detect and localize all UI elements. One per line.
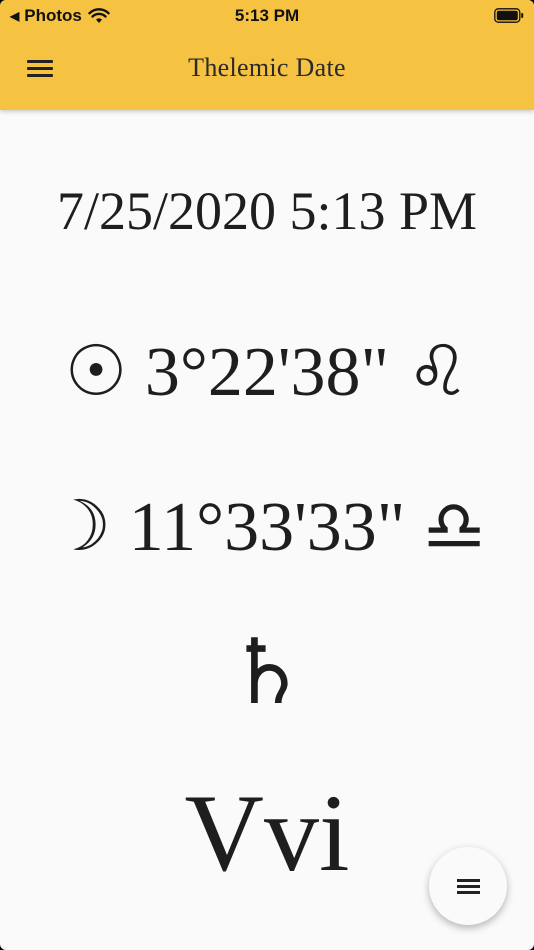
libra-icon: ♎ bbox=[422, 485, 486, 567]
app-screen: ◀ Photos 5:13 PM Thelemic Date 7/25/2020… bbox=[0, 0, 534, 950]
menu-fab-button[interactable] bbox=[429, 847, 507, 925]
status-bar: ◀ Photos 5:13 PM bbox=[0, 0, 534, 34]
main-content: 7/25/2020 5:13 PM ☉ 3°22'38" ♌ ☽ 11°33'3… bbox=[0, 110, 534, 950]
moon-position: 11°33'33" bbox=[128, 489, 406, 566]
sun-position-row: ☉ 3°22'38" ♌ bbox=[0, 330, 534, 413]
moon-position-row: ☽ 11°33'33" ♎ bbox=[0, 485, 534, 568]
moon-icon: ☽ bbox=[48, 485, 112, 567]
app-title: Thelemic Date bbox=[188, 53, 346, 82]
sun-position: 3°22'38" bbox=[144, 334, 390, 411]
menu-lines-icon bbox=[457, 879, 480, 882]
app-bar: ◀ Photos 5:13 PM Thelemic Date bbox=[0, 0, 534, 110]
datetime-text: 7/25/2020 5:13 PM bbox=[56, 181, 478, 241]
leo-icon: ♌ bbox=[406, 330, 470, 412]
battery-full-icon bbox=[494, 8, 524, 23]
status-time: 5:13 PM bbox=[234, 6, 300, 25]
sun-icon: ☉ bbox=[64, 330, 128, 412]
saturn-icon: ♄ bbox=[226, 620, 308, 725]
